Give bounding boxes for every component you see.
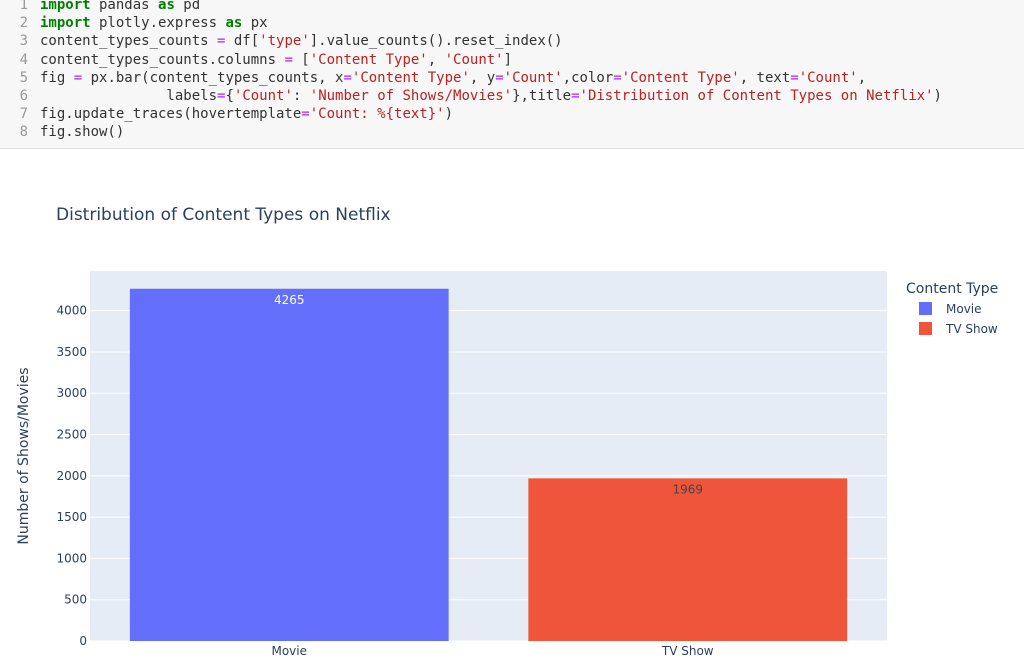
- code-token: plotly.express: [90, 15, 226, 32]
- code-token: 'Content Type': [309, 51, 428, 68]
- code-token: ): [933, 88, 942, 104]
- code-token: =: [613, 69, 622, 86]
- code-token: [: [292, 51, 310, 68]
- code-token: 'Count': [444, 51, 504, 68]
- code-text[interactable]: content_types_counts = df['type'].value_…: [40, 32, 563, 50]
- bar-value-label: 4265: [274, 293, 305, 307]
- code-token: px.bar(content_types_counts, x: [82, 69, 344, 86]
- code-token: 'Content Type': [351, 69, 470, 86]
- code-token: ,: [427, 51, 445, 68]
- code-token: as: [225, 15, 243, 32]
- code-token: =: [301, 106, 310, 123]
- code-token: },title: [512, 88, 572, 104]
- y-tick-label: 1000: [56, 551, 87, 565]
- y-tick-label: 0: [79, 634, 87, 648]
- x-tick-label: TV Show: [661, 644, 714, 658]
- code-line[interactable]: 7 fig.update_traces(hovertemplate='Count:…: [0, 105, 1024, 123]
- y-tick-label: 2000: [56, 469, 87, 483]
- line-number: 7: [19, 106, 28, 123]
- code-text[interactable]: fig = px.bar(content_types_counts, x='Co…: [40, 69, 866, 87]
- bar-value-label: 1969: [672, 482, 703, 496]
- code-token: ): [444, 106, 454, 123]
- legend-item[interactable]: Movie: [946, 302, 982, 316]
- code-text[interactable]: import plotly.express as px: [40, 14, 268, 32]
- line-number: 3: [19, 33, 28, 50]
- y-tick-label: 2500: [56, 428, 87, 442]
- code-token: 'type': [259, 33, 310, 50]
- code-token: fig.update_traces(hovertemplate: [40, 106, 302, 123]
- code-token: :: [292, 88, 310, 104]
- bar-tv-show[interactable]: [528, 478, 848, 641]
- code-token: 'Number of Shows/Movies': [309, 88, 513, 104]
- y-tick-label: 1500: [56, 510, 87, 524]
- code-token: px: [242, 15, 268, 32]
- code-token: fig: [40, 69, 74, 86]
- code-token: import: [40, 0, 91, 13]
- line-number: 1: [19, 0, 28, 13]
- code-token: =: [73, 69, 83, 86]
- code-cell[interactable]: 1 import pandas as pd 2 import plotly.expre…: [0, 0, 1024, 149]
- y-tick-label: 500: [64, 593, 87, 607]
- code-token: df[: [225, 33, 260, 50]
- line-number: 5: [19, 69, 28, 86]
- code-token: {: [225, 88, 234, 104]
- output-area: Distribution of Content Types on Netflix…: [0, 149, 1024, 662]
- code-line[interactable]: 2 import plotly.express as px: [0, 14, 1024, 32]
- code-line[interactable]: 5 fig = px.bar(content_types_counts, x='C…: [0, 69, 1024, 87]
- code-token: 'Count: %{text}': [309, 106, 445, 123]
- x-tick-label: Movie: [271, 644, 307, 658]
- chart-title: Distribution of Content Types on Netflix: [56, 205, 391, 225]
- legend-item[interactable]: TV Show: [945, 322, 998, 336]
- code-token: 'Content Type': [621, 69, 740, 86]
- line-number: 6: [19, 88, 28, 104]
- code-token: =: [343, 69, 352, 86]
- code-token: =: [790, 69, 799, 86]
- code-token: as: [158, 0, 175, 13]
- code-token: fig.show(): [40, 124, 125, 141]
- code-token: =: [284, 51, 293, 68]
- code-line[interactable]: 8 fig.show(): [0, 123, 1024, 141]
- code-token: ,color: [562, 69, 614, 86]
- legend-title: Content Type: [906, 281, 998, 297]
- legend-swatch[interactable]: [919, 302, 932, 315]
- code-line[interactable]: 6 labels = {'Count': 'Number of Shows/Movi…: [0, 87, 1024, 105]
- code-token: =: [495, 69, 504, 86]
- code-text[interactable]: import pandas as pd: [40, 0, 200, 14]
- code-token: =: [571, 88, 580, 104]
- code-token: , text: [739, 69, 791, 86]
- line-number: 8: [19, 124, 28, 141]
- line-number: 4: [19, 51, 28, 68]
- code-token: 'Count': [233, 88, 293, 104]
- code-token: labels: [40, 88, 218, 104]
- bar-movie[interactable]: [129, 288, 449, 641]
- legend-swatch[interactable]: [919, 322, 932, 335]
- code-token: ]: [503, 51, 513, 68]
- line-number: 2: [19, 15, 28, 32]
- y-tick-label: 3000: [56, 386, 87, 400]
- code-text[interactable]: fig.update_traces(hovertemplate='Count: …: [40, 105, 453, 123]
- code-text[interactable]: content_types_counts.columns = ['Content…: [40, 51, 512, 69]
- code-token: content_types_counts: [40, 33, 218, 50]
- code-line[interactable]: 3 content_types_counts = df['type'].value…: [0, 32, 1024, 50]
- code-token: , y: [469, 69, 496, 86]
- code-token: 'Count': [503, 69, 563, 86]
- code-token: content_types_counts.columns: [40, 51, 285, 68]
- y-axis-label: Number of Shows/Movies: [16, 367, 32, 544]
- y-tick-label: 4000: [56, 304, 87, 318]
- code-token: import: [40, 15, 91, 32]
- code-token: pd: [174, 0, 201, 13]
- y-tick-label: 3500: [56, 345, 87, 359]
- code-line[interactable]: 1 import pandas as pd: [0, 0, 1024, 14]
- code-token: 'Distribution of Content Types on Netfli…: [579, 88, 934, 104]
- code-text[interactable]: fig.show(): [40, 123, 124, 141]
- bar-chart: Distribution of Content Types on Netflix…: [0, 149, 1024, 662]
- code-token: ].value_counts().reset_index(): [309, 33, 563, 50]
- code-token: 'Count': [798, 69, 858, 86]
- code-text[interactable]: labels = {'Count': 'Number of Shows/Movies…: [40, 87, 942, 105]
- code-token: pandas: [90, 0, 159, 13]
- code-line[interactable]: 4 content_types_counts.columns = ['Conten…: [0, 51, 1024, 69]
- code-token: ,: [857, 69, 867, 86]
